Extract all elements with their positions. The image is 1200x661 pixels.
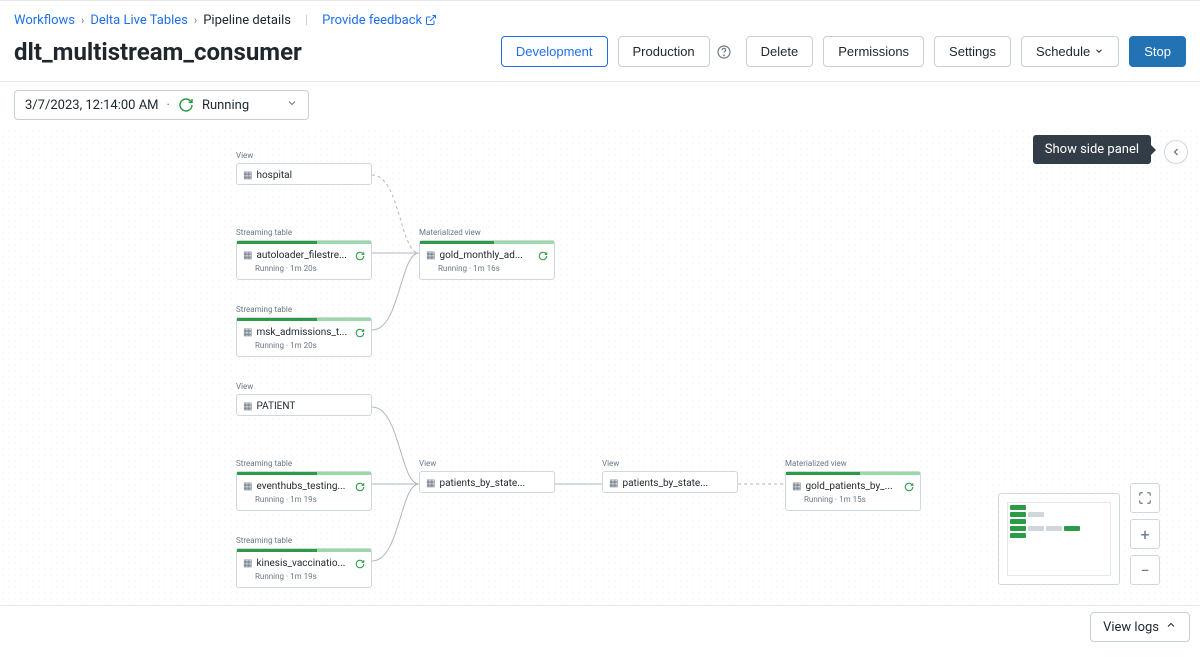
table-icon: ▦: [243, 558, 252, 569]
node-gold-patients[interactable]: Materialized view ▦gold_patients_by_... …: [785, 459, 921, 511]
fullscreen-button[interactable]: [1130, 483, 1160, 513]
chevron-up-icon: [1165, 619, 1177, 635]
development-button[interactable]: Development: [501, 36, 608, 67]
sync-icon: [904, 482, 914, 492]
node-pbs1[interactable]: View ▦patients_by_state...: [419, 459, 555, 493]
table-icon: ▦: [426, 250, 435, 261]
schedule-button[interactable]: Schedule: [1021, 36, 1119, 67]
chevron-right-icon: ›: [194, 14, 197, 27]
sync-icon: [355, 559, 365, 569]
node-gold-monthly[interactable]: Materialized view ▦gold_monthly_ad... Ru…: [419, 228, 555, 280]
node-pbs2[interactable]: View ▦patients_by_state...: [602, 459, 738, 493]
table-icon: ▦: [609, 478, 618, 489]
node-eventhubs[interactable]: Streaming table ▦eventhubs_testing... Ru…: [236, 459, 372, 511]
table-icon: ▦: [243, 401, 252, 412]
settings-button[interactable]: Settings: [934, 36, 1011, 67]
table-icon: ▦: [243, 170, 252, 181]
node-hospital[interactable]: View ▦hospital: [236, 151, 372, 185]
table-icon: ▦: [243, 327, 252, 338]
sync-icon: [355, 251, 365, 261]
view-logs-button[interactable]: View logs: [1090, 612, 1190, 642]
run-timestamp: 3/7/2023, 12:14:00 AM: [25, 98, 159, 113]
page-title: dlt_multistream_consumer: [14, 38, 302, 66]
production-button[interactable]: Production: [618, 36, 710, 67]
provide-feedback-link[interactable]: Provide feedback: [322, 13, 437, 28]
breadcrumb: Workflows › Delta Live Tables › Pipeline…: [0, 1, 1200, 34]
sync-icon: [538, 251, 548, 261]
chevron-right-icon: ›: [81, 14, 84, 27]
table-icon: ▦: [426, 478, 435, 489]
sync-icon: [355, 482, 365, 492]
table-icon: ▦: [243, 250, 252, 261]
chevron-down-icon: [1094, 44, 1104, 59]
table-icon: ▦: [243, 481, 252, 492]
stop-button[interactable]: Stop: [1129, 36, 1186, 67]
run-status: Running: [202, 98, 249, 113]
node-kinesis[interactable]: Streaming table ▦kinesis_vaccinatio... R…: [236, 536, 372, 588]
delete-button[interactable]: Delete: [746, 36, 814, 67]
toggle-side-panel[interactable]: [1164, 140, 1188, 164]
chevron-down-icon: [286, 97, 298, 113]
node-autoloader[interactable]: Streaming table ▦autoloader_filestre... …: [236, 228, 372, 280]
tooltip-show-side-panel: Show side panel: [1033, 135, 1151, 164]
refresh-icon: [178, 97, 194, 113]
zoom-in-button[interactable]: +: [1130, 519, 1160, 549]
bc-workflows[interactable]: Workflows: [14, 13, 75, 28]
bc-current: Pipeline details: [203, 13, 291, 28]
node-patient[interactable]: View ▦PATIENT: [236, 382, 372, 416]
node-msk[interactable]: Streaming table ▦msk_admissions_t... Run…: [236, 305, 372, 357]
sync-icon: [355, 328, 365, 338]
help-icon[interactable]: [716, 44, 732, 60]
minimap[interactable]: [998, 493, 1120, 585]
zoom-out-button[interactable]: −: [1130, 555, 1160, 585]
table-icon: ▦: [792, 481, 801, 492]
bc-dlt[interactable]: Delta Live Tables: [90, 13, 188, 28]
run-selector[interactable]: 3/7/2023, 12:14:00 AM · Running: [14, 90, 309, 120]
external-link-icon: [425, 13, 437, 28]
permissions-button[interactable]: Permissions: [823, 36, 924, 67]
